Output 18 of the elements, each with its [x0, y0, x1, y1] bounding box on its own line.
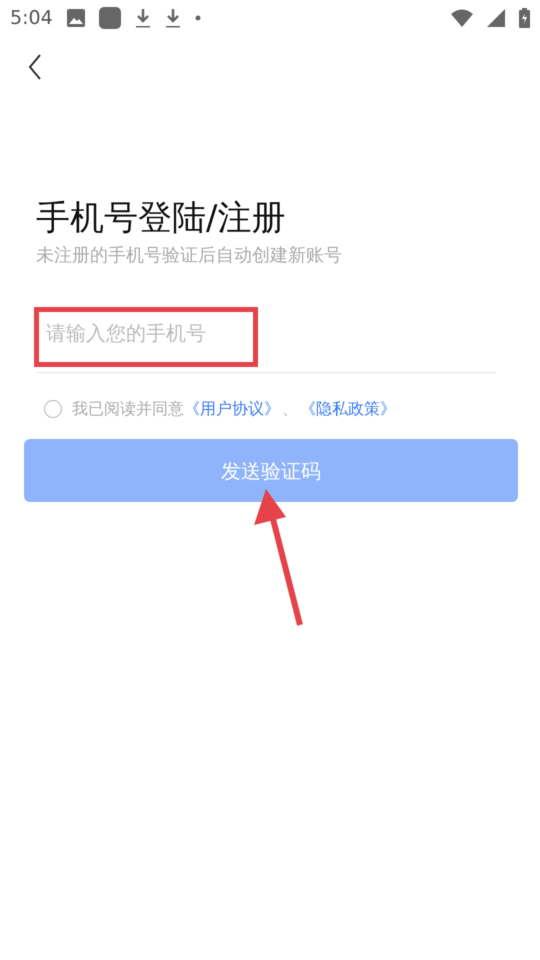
battery-icon — [519, 8, 530, 28]
agreement-text: 我已阅读并同意 — [72, 398, 184, 420]
privacy-policy-link[interactable]: 《隐私政策》 — [300, 397, 396, 421]
image-icon — [66, 9, 85, 27]
user-agreement-link[interactable]: 《用户协议》 — [184, 397, 280, 421]
signal-icon — [487, 9, 505, 27]
separator-text: 、 — [281, 398, 299, 420]
status-time: 5:04 — [10, 6, 53, 31]
page-subtitle: 未注册的手机号验证后自动创建新账号 — [36, 244, 343, 268]
download-icon — [164, 8, 181, 28]
agreement-checkbox[interactable] — [44, 400, 62, 418]
app-icon — [98, 7, 121, 29]
dot-icon — [194, 15, 201, 21]
back-icon[interactable] — [28, 54, 42, 80]
phone-input-field[interactable]: 请输入您的手机号 — [36, 311, 496, 355]
page-title: 手机号登陆/注册 — [36, 197, 286, 240]
wifi-icon — [451, 9, 473, 27]
download-icon — [134, 8, 151, 28]
